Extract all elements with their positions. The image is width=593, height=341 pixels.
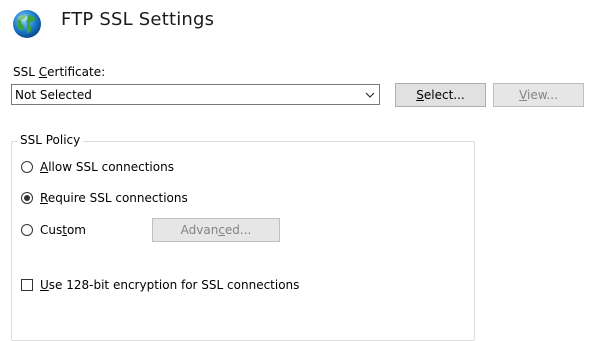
view-certificate-button[interactable]: View... [493, 83, 584, 107]
ssl-certificate-label: SSL Certificate: [13, 65, 106, 79]
allow-ssl-label: Allow SSL connections [40, 160, 174, 174]
select-certificate-button[interactable]: Select... [395, 83, 486, 107]
require-ssl-label: Require SSL connections [40, 191, 188, 205]
custom-label: Custom [40, 223, 86, 237]
page-title: FTP SSL Settings [61, 9, 215, 30]
require-ssl-radio[interactable] [21, 192, 33, 204]
allow-ssl-radio[interactable] [21, 161, 33, 173]
ssl-certificate-select[interactable]: Not Selected [11, 84, 380, 105]
globe-icon [12, 9, 42, 39]
chevron-down-icon [365, 92, 375, 98]
ssl-certificate-value: Not Selected [15, 88, 92, 102]
custom-radio[interactable] [21, 224, 33, 236]
encryption-128-label: Use 128-bit encryption for SSL connectio… [40, 278, 300, 292]
encryption-128-checkbox[interactable] [21, 279, 33, 291]
advanced-button[interactable]: Advanced... [152, 218, 280, 242]
ssl-policy-label: SSL Policy [17, 133, 84, 147]
